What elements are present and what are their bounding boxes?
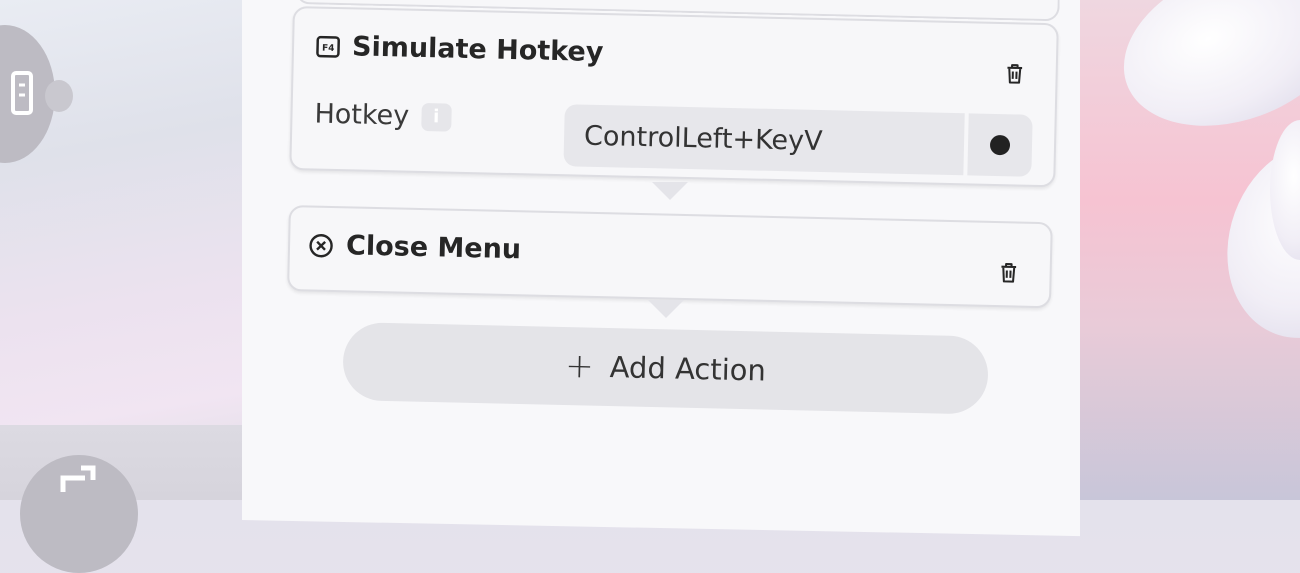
delete-icon[interactable] [1003, 62, 1025, 84]
close-circle-icon [309, 233, 333, 257]
side-handle [45, 80, 73, 112]
card-connector [652, 182, 688, 200]
share-icon [60, 465, 96, 492]
hotkey-input[interactable]: ControlLeft+KeyV [563, 104, 965, 176]
hotkey-label: Hotkey [314, 98, 410, 132]
plus-icon: + [564, 346, 595, 387]
svg-text:F4: F4 [322, 43, 335, 53]
delete-icon[interactable] [997, 261, 1019, 283]
hotkey-value: ControlLeft+KeyV [583, 120, 823, 157]
side-action-button[interactable] [20, 455, 138, 573]
card-title-text: Simulate Hotkey [351, 31, 604, 69]
add-action-label: Add Action [609, 350, 767, 388]
record-hotkey-button[interactable] [967, 113, 1033, 177]
card-title: Close Menu [308, 229, 522, 266]
right-background [1080, 0, 1300, 500]
card-title: F4 Simulate Hotkey [316, 31, 604, 69]
add-action-button[interactable]: + Add Action [342, 322, 989, 415]
card-connector [648, 300, 684, 318]
petal-shape [1101, 0, 1300, 155]
info-icon[interactable]: i [420, 102, 452, 132]
function-key-icon: F4 [316, 35, 340, 58]
close-menu-card: Close Menu [287, 205, 1053, 309]
hotkey-row-label: Hotkey i [314, 98, 452, 133]
simulate-hotkey-card: F4 Simulate Hotkey Hotkey i ControlLeft+… [289, 6, 1059, 188]
record-icon [989, 134, 1011, 156]
card-title-text: Close Menu [345, 230, 522, 266]
page-icon [11, 71, 33, 115]
